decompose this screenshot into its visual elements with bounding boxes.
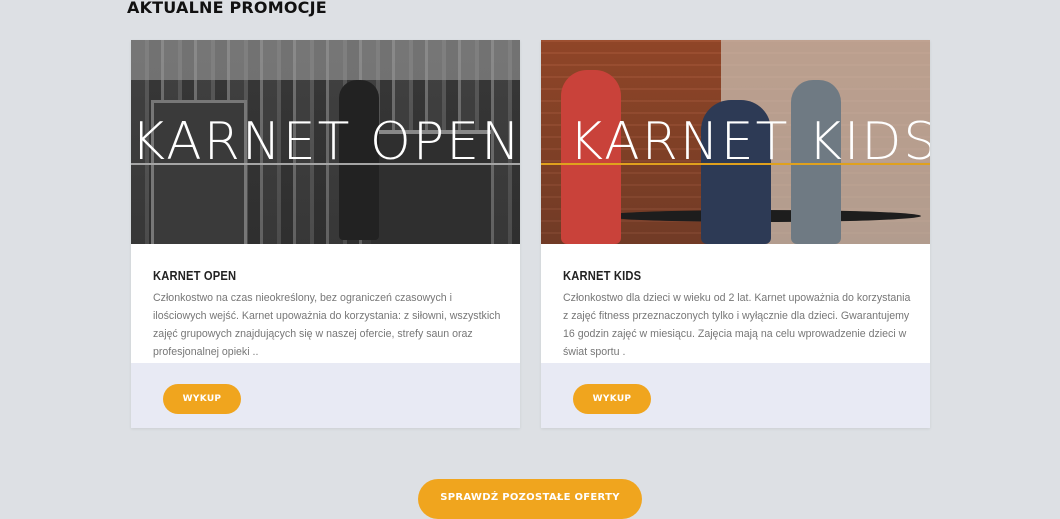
buy-button[interactable]: WYKUP	[163, 384, 241, 414]
card-title[interactable]: KARNET OPEN	[153, 268, 454, 283]
card-image-gym[interactable]: KARNET OPEN	[131, 40, 520, 244]
card-description: Członkostwo dla dzieci w wieku od 2 lat.…	[563, 292, 911, 358]
card-footer: WYKUP	[131, 363, 520, 428]
image-overlay-line	[541, 163, 930, 165]
image-overlay-line	[131, 163, 520, 165]
card-title[interactable]: KARNET KIDS	[563, 268, 864, 283]
section-title: AKTUALNE PROMOCJE	[127, 0, 327, 17]
card-body: KARNET OPEN Członkostwo na czas nieokreś…	[153, 268, 503, 361]
promo-card-kids: KARNET KIDS KARNET KIDS Członkostwo dla …	[541, 40, 930, 428]
card-footer: WYKUP	[541, 363, 930, 428]
image-window	[131, 40, 520, 80]
buy-button[interactable]: WYKUP	[573, 384, 651, 414]
card-description: Członkostwo na czas nieokreślony, bez og…	[153, 292, 501, 358]
more-offers-button[interactable]: SPRAWDŹ POZOSTAŁE OFERTY	[418, 479, 642, 519]
card-image-kids[interactable]: KARNET KIDS	[541, 40, 930, 244]
promo-card-open: KARNET OPEN KARNET OPEN Członkostwo na c…	[131, 40, 520, 428]
card-body: KARNET KIDS Członkostwo dla dzieci w wie…	[563, 268, 913, 361]
more-offers-label: SPRAWDŹ POZOSTAŁE OFERTY	[440, 492, 620, 503]
